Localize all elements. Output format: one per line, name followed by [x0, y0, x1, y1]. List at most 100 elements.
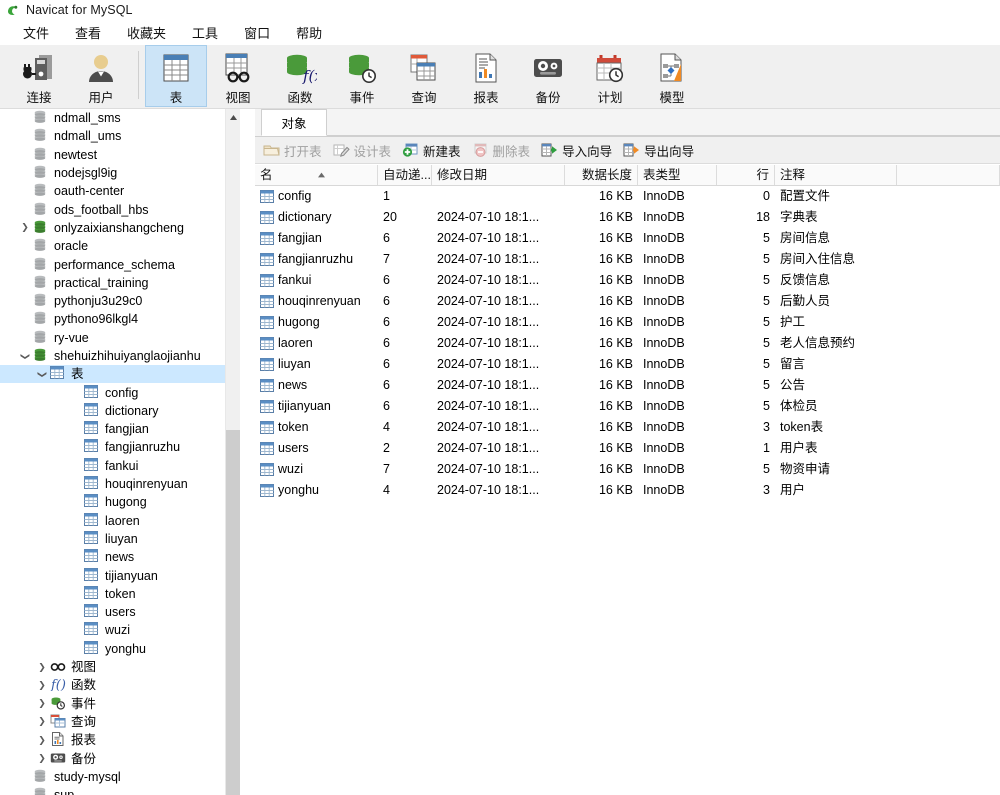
tree-item-token[interactable]: token: [0, 585, 240, 603]
import-wizard-button[interactable]: 导入向导: [537, 139, 619, 161]
tree-item-ndmall_sms[interactable]: ndmall_sms: [0, 109, 240, 127]
design-table-button[interactable]: 设计表: [329, 139, 399, 161]
table-row[interactable]: wuzi 7 2024-07-10 18:1... 16 KB InnoDB 5 物资申请: [255, 459, 1000, 480]
table-row[interactable]: fangjianruzhu 7 2024-07-10 18:1... 16 KB Inn…: [255, 249, 1000, 270]
sidebar-scrollbar[interactable]: [225, 109, 240, 795]
tree-item-study-mysql[interactable]: study-mysql: [0, 768, 240, 786]
chevron-right-icon[interactable]: [17, 219, 33, 237]
column-header-name[interactable]: 名: [255, 165, 378, 185]
tree-item-yonghu[interactable]: yonghu: [0, 640, 240, 658]
tree-item-fankui[interactable]: fankui: [0, 457, 240, 475]
menu-favorites[interactable]: 收藏夹: [114, 21, 179, 44]
tree-item-事件[interactable]: 事件: [0, 695, 240, 713]
toolbar-view[interactable]: 视图: [207, 45, 269, 107]
delete-table-button[interactable]: 删除表: [468, 139, 538, 161]
tab-objects[interactable]: 对象: [261, 109, 327, 136]
column-header-rows[interactable]: 行: [717, 165, 775, 185]
tree-item-ods_football_hbs[interactable]: ods_football_hbs: [0, 200, 240, 218]
tree-item-shehuizhihuiyanglaojianhu[interactable]: shehuizhihuiyanglaojianhu: [0, 347, 240, 365]
scroll-up-arrow[interactable]: [226, 109, 240, 125]
toolbar-report[interactable]: 报表: [455, 45, 517, 107]
grid-body[interactable]: config 1 16 KB InnoDB 0 配置文件 dictionary 20 2024…: [255, 186, 1000, 501]
menu-file[interactable]: 文件: [10, 21, 62, 44]
tree-item-ndmall_ums[interactable]: ndmall_ums: [0, 127, 240, 145]
chevron-right-icon[interactable]: [34, 713, 50, 731]
tree-item-wuzi[interactable]: wuzi: [0, 621, 240, 639]
tree-item-视图[interactable]: 视图: [0, 658, 240, 676]
chevron-right-icon[interactable]: [34, 750, 50, 768]
table-row[interactable]: users 2 2024-07-10 18:1... 16 KB InnoDB 1 用户表: [255, 438, 1000, 459]
tree-item-onlyzaixianshangcheng[interactable]: onlyzaixianshangcheng: [0, 219, 240, 237]
tree-item-pythonju3u29c0[interactable]: pythonju3u29c0: [0, 292, 240, 310]
tree-item-performance_schema[interactable]: performance_schema: [0, 255, 240, 273]
tree-item-表[interactable]: 表: [0, 365, 240, 384]
tree-item-函数[interactable]: f() 函数: [0, 676, 240, 694]
grid-header-row[interactable]: 名 自动递... 修改日期 数据长度 表类型 行注释: [255, 165, 1000, 186]
toolbar-user[interactable]: 用户: [70, 45, 132, 107]
tree-item-oauth-center[interactable]: oauth-center: [0, 182, 240, 200]
tree-item-pythono96lkgl4[interactable]: pythono96lkgl4: [0, 310, 240, 328]
toolbar-model[interactable]: 模型: [641, 45, 703, 107]
table-row[interactable]: tijianyuan 6 2024-07-10 18:1... 16 KB InnoDB…: [255, 396, 1000, 417]
tree-item-备份[interactable]: 备份: [0, 749, 240, 767]
column-header-data_length[interactable]: 数据长度: [565, 165, 638, 185]
table-row[interactable]: yonghu 4 2024-07-10 18:1... 16 KB InnoDB 3 用户: [255, 480, 1000, 501]
tree-item-news[interactable]: news: [0, 548, 240, 566]
tree-item-查询[interactable]: 查询: [0, 713, 240, 731]
tree-item-报表[interactable]: 报表: [0, 731, 240, 749]
chevron-right-icon[interactable]: [34, 695, 50, 713]
toolbar-table[interactable]: 表: [145, 45, 207, 107]
table-row[interactable]: hugong 6 2024-07-10 18:1... 16 KB InnoDB 5 护工: [255, 312, 1000, 333]
open-table-button[interactable]: 打开表: [259, 139, 329, 161]
scrollbar-thumb[interactable]: [226, 430, 240, 795]
tree-item-nodejsgl9ig[interactable]: nodejsgl9ig: [0, 164, 240, 182]
tree-item-users[interactable]: users: [0, 603, 240, 621]
column-header-modified[interactable]: 修改日期: [432, 165, 565, 185]
toolbar-function[interactable]: f(x) 函数: [269, 45, 331, 107]
chevron-down-icon[interactable]: [17, 347, 33, 365]
tree-item-liuyan[interactable]: liuyan: [0, 530, 240, 548]
toolbar-schedule[interactable]: 计划: [579, 45, 641, 107]
toolbar-event[interactable]: 事件: [331, 45, 393, 107]
menu-tools[interactable]: 工具: [179, 21, 231, 44]
tree-item-houqinrenyuan[interactable]: houqinrenyuan: [0, 475, 240, 493]
tree-item-practical_training[interactable]: practical_training: [0, 274, 240, 292]
tree-item-laoren[interactable]: laoren: [0, 512, 240, 530]
new-table-button[interactable]: 新建表: [398, 139, 468, 161]
object-list-grid[interactable]: 名 自动递... 修改日期 数据长度 表类型 行注释 config 1 16 KB InnoDB…: [255, 165, 1000, 795]
tree-item-oracle[interactable]: oracle: [0, 237, 240, 255]
database-tree[interactable]: ndmall_sms ndmall_ums newtest nodejsgl9i…: [0, 109, 240, 795]
toolbar-backup[interactable]: 备份: [517, 45, 579, 107]
table-row[interactable]: token 4 2024-07-10 18:1... 16 KB InnoDB 3 toke…: [255, 417, 1000, 438]
table-row[interactable]: laoren 6 2024-07-10 18:1... 16 KB InnoDB 5 老人信…: [255, 333, 1000, 354]
table-row[interactable]: fankui 6 2024-07-10 18:1... 16 KB InnoDB 5 反馈信…: [255, 270, 1000, 291]
export-wizard-button[interactable]: 导出向导: [619, 139, 701, 161]
toolbar-connection[interactable]: 连接: [8, 45, 70, 107]
chevron-down-icon[interactable]: [34, 365, 50, 383]
tree-item-dictionary[interactable]: dictionary: [0, 402, 240, 420]
tree-item-config[interactable]: config: [0, 383, 240, 401]
database-tree-panel[interactable]: ndmall_sms ndmall_ums newtest nodejsgl9i…: [0, 109, 240, 795]
table-row[interactable]: liuyan 6 2024-07-10 18:1... 16 KB InnoDB 5 留言: [255, 354, 1000, 375]
table-row[interactable]: houqinrenyuan 6 2024-07-10 18:1... 16 KB Inn…: [255, 291, 1000, 312]
chevron-right-icon[interactable]: [34, 658, 50, 676]
tree-item-hugong[interactable]: hugong: [0, 493, 240, 511]
tree-item-sup[interactable]: sup: [0, 786, 240, 795]
chevron-right-icon[interactable]: [34, 731, 50, 749]
panel-splitter[interactable]: [240, 109, 255, 795]
column-header-auto_inc[interactable]: 自动递...: [378, 165, 432, 185]
chevron-right-icon[interactable]: [34, 676, 50, 694]
toolbar-query[interactable]: 查询: [393, 45, 455, 107]
tree-item-newtest[interactable]: newtest: [0, 146, 240, 164]
menu-window[interactable]: 窗口: [231, 21, 283, 44]
tree-item-fangjianruzhu[interactable]: fangjianruzhu: [0, 438, 240, 456]
tree-item-fangjian[interactable]: fangjian: [0, 420, 240, 438]
tree-item-tijianyuan[interactable]: tijianyuan: [0, 566, 240, 584]
column-header-engine[interactable]: 表类型: [638, 165, 717, 185]
table-row[interactable]: dictionary 20 2024-07-10 18:1... 16 KB InnoD…: [255, 207, 1000, 228]
table-row[interactable]: news 6 2024-07-10 18:1... 16 KB InnoDB 5 公告: [255, 375, 1000, 396]
column-header-comment[interactable]: 注释: [775, 165, 897, 185]
menu-help[interactable]: 帮助: [283, 21, 335, 44]
table-row[interactable]: config 1 16 KB InnoDB 0 配置文件: [255, 186, 1000, 207]
menu-view[interactable]: 查看: [62, 21, 114, 44]
